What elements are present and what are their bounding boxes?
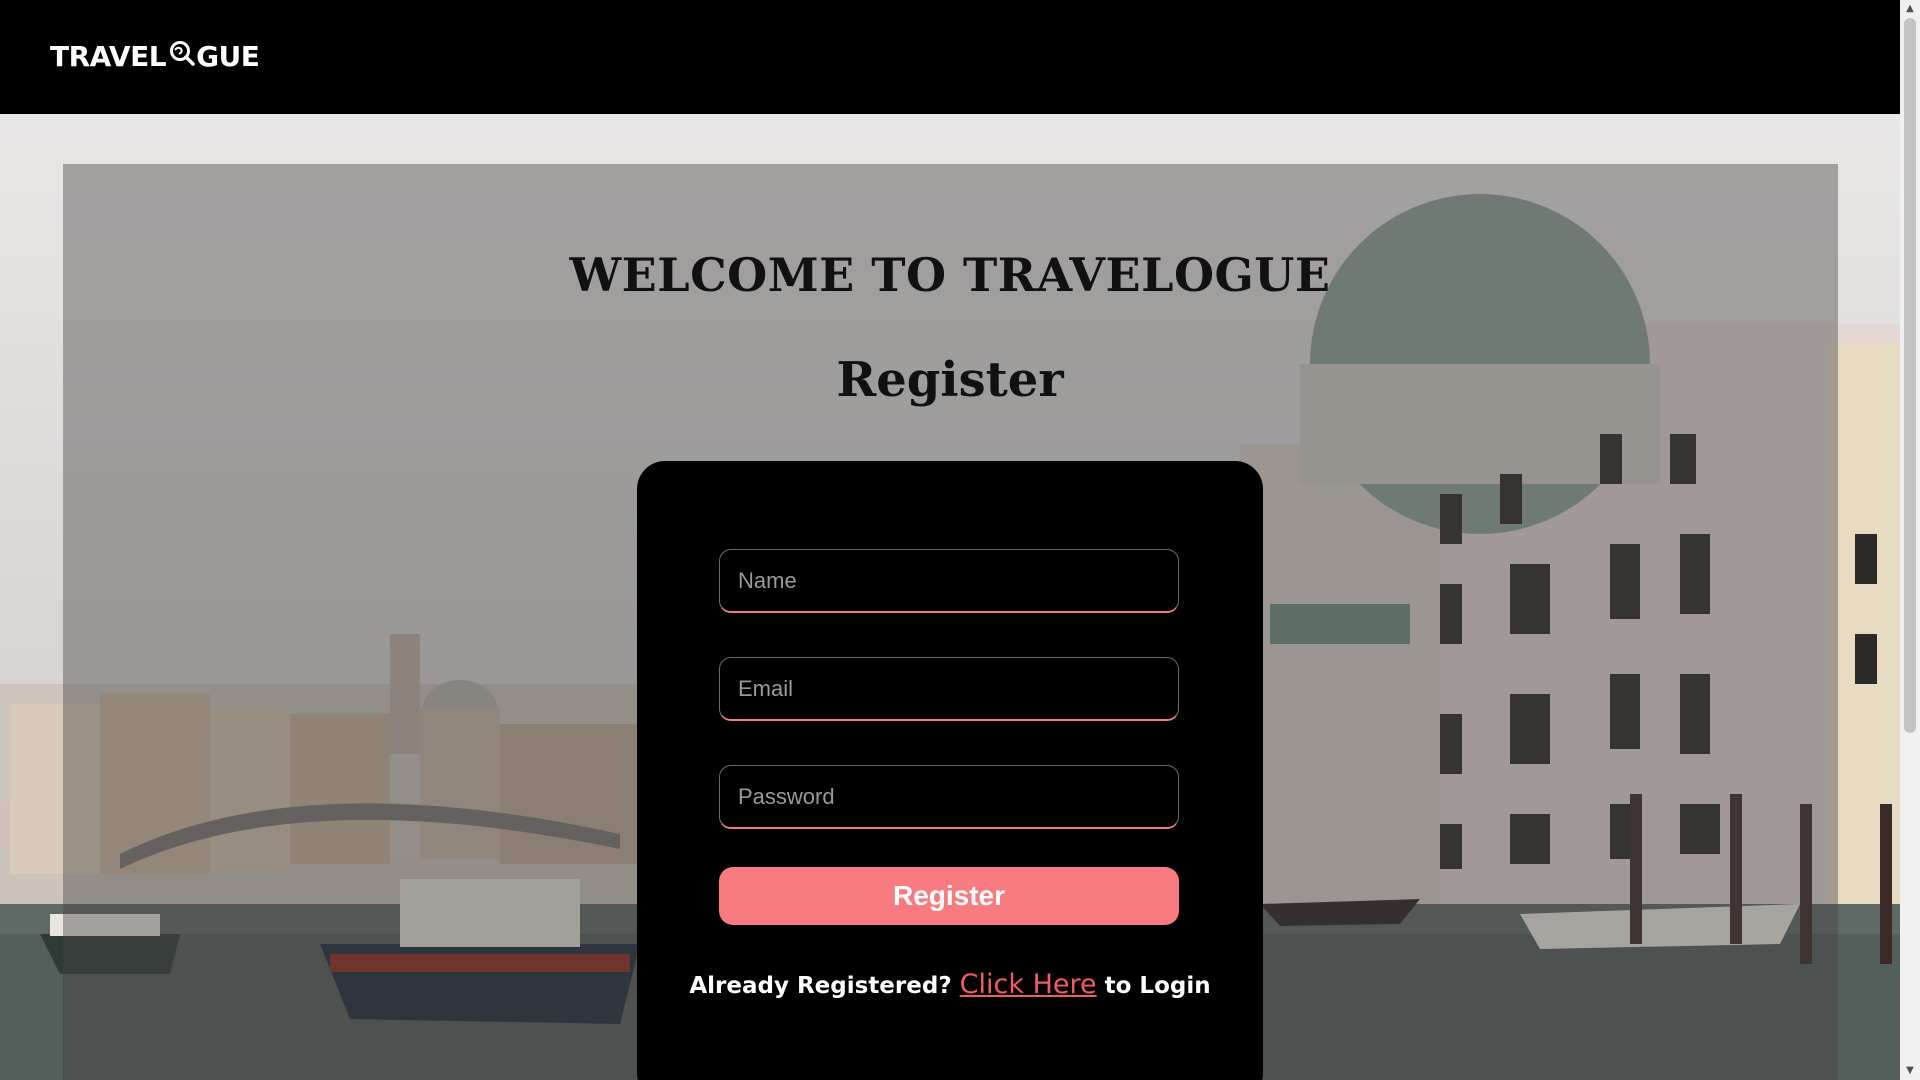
login-prefix: Already Registered?: [689, 973, 960, 999]
globe-magnifier-icon: [170, 40, 195, 66]
navbar: TRAVEL GUE: [0, 0, 1900, 114]
logo-text-left: TRAVEL: [50, 40, 167, 73]
login-link[interactable]: Click Here: [960, 969, 1097, 1000]
name-input[interactable]: [719, 549, 1179, 613]
register-button[interactable]: Register: [719, 867, 1179, 925]
login-prompt: Already Registered? Click Here to Login: [637, 969, 1263, 1000]
register-heading: Register: [836, 352, 1064, 408]
logo[interactable]: TRAVEL GUE: [50, 40, 260, 73]
register-form: Register Already Registered? Click Here …: [637, 461, 1263, 1080]
logo-text-right: GUE: [196, 40, 260, 73]
password-input[interactable]: [719, 765, 1179, 829]
scroll-down-arrow-icon[interactable]: ▼: [1900, 1062, 1920, 1080]
scroll-up-arrow-icon[interactable]: ▲: [1900, 0, 1920, 18]
login-suffix: to Login: [1096, 973, 1211, 999]
welcome-title: WELCOME TO TRAVELOGUE: [569, 248, 1331, 302]
email-input[interactable]: [719, 657, 1179, 721]
scroll-thumb[interactable]: [1904, 18, 1916, 733]
page-scrollbar[interactable]: ▲ ▼: [1900, 0, 1920, 1080]
